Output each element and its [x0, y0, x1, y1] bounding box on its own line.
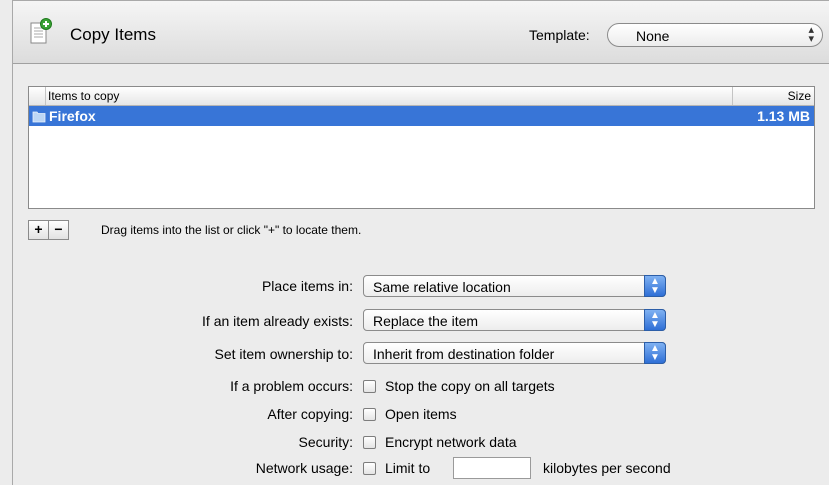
open-items-checkbox[interactable]	[363, 408, 376, 421]
updown-arrows-icon: ▲ ▼	[644, 275, 666, 297]
items-list[interactable]: Items to copy Size Firefox 1.13 MB	[28, 86, 815, 209]
limit-label: Limit to	[385, 460, 431, 476]
updown-arrows-icon: ▲ ▼	[644, 309, 666, 331]
place-items-label: Place items in:	[261, 278, 353, 294]
after-copying-label: After copying:	[267, 406, 353, 422]
ownership-value: Inherit from destination folder	[373, 346, 555, 362]
panel-title: Copy Items	[70, 25, 156, 44]
kilobytes-unit-label: kilobytes per second	[543, 460, 671, 476]
document-add-icon	[30, 18, 52, 44]
ownership-select[interactable]: Inherit from destination folder ▲ ▼	[363, 342, 666, 364]
open-items-label: Open items	[385, 406, 457, 422]
if-exists-value: Replace the item	[373, 313, 479, 329]
limit-checkbox[interactable]	[363, 462, 376, 475]
item-name: Firefox	[49, 108, 96, 124]
folder-icon	[32, 111, 46, 123]
kilobytes-field[interactable]	[453, 457, 531, 479]
encrypt-label: Encrypt network data	[385, 434, 517, 450]
template-value: None	[636, 28, 670, 44]
column-divider	[732, 87, 733, 105]
network-usage-label: Network usage:	[255, 460, 353, 476]
item-size: 1.13 MB	[757, 108, 810, 124]
updown-arrows-icon: ▲ ▼	[644, 342, 666, 364]
if-exists-select[interactable]: Replace the item ▲ ▼	[363, 309, 666, 331]
encrypt-checkbox[interactable]	[363, 436, 376, 449]
security-label: Security:	[298, 434, 353, 450]
column-divider	[45, 87, 46, 105]
add-item-button[interactable]: +	[28, 220, 49, 240]
problem-label: If a problem occurs:	[230, 378, 353, 394]
updown-arrows-icon: ▴ ▾	[808, 24, 814, 45]
panel-header: Copy Items Template: None ▴ ▾	[13, 0, 829, 64]
column-header-items[interactable]: Items to copy	[48, 89, 119, 103]
template-label: Template:	[529, 27, 590, 43]
if-exists-label: If an item already exists:	[202, 313, 353, 329]
list-buttons: + −	[28, 220, 69, 240]
copy-items-panel: Copy Items Template: None ▴ ▾ Items to co…	[12, 0, 829, 485]
remove-item-button[interactable]: −	[49, 220, 69, 240]
place-items-select[interactable]: Same relative location ▲ ▼	[363, 275, 666, 297]
stop-copy-checkbox[interactable]	[363, 380, 376, 393]
ownership-label: Set item ownership to:	[214, 346, 353, 362]
template-select[interactable]: None ▴ ▾	[607, 23, 823, 47]
list-header: Items to copy Size	[29, 87, 814, 106]
place-items-value: Same relative location	[373, 279, 511, 295]
column-header-size[interactable]: Size	[788, 89, 811, 103]
stop-copy-label: Stop the copy on all targets	[385, 378, 555, 394]
list-item[interactable]: Firefox 1.13 MB	[29, 106, 814, 126]
list-hint: Drag items into the list or click "+" to…	[101, 223, 362, 237]
